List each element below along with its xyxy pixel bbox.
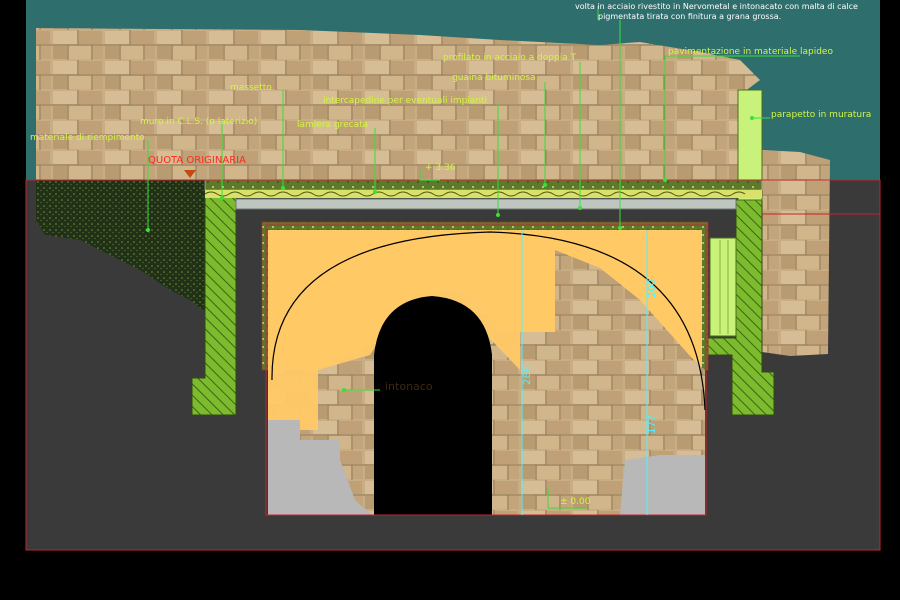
floor-slab (204, 179, 763, 191)
label-volta-2: pigmentata tirata con finitura a grana g… (598, 12, 781, 21)
label-guaina: guaina bituminosa (452, 73, 536, 83)
arch-opening (374, 296, 492, 515)
label-parapetto: parapetto in muratura (771, 110, 871, 120)
label-intercapedine: intercapedine per eventuali impianti (323, 96, 487, 106)
label-riempimento: materiale di riempimento (30, 133, 145, 143)
parapet-lower (709, 237, 737, 337)
label-muro-cls: muro in C.L.S. (o laterizio) (140, 117, 257, 127)
label-massetto: massetto (230, 83, 272, 93)
label-quota-top: + 3.36 (425, 163, 456, 173)
label-quota-originaria: QUOTA ORIGINARIA (148, 155, 246, 166)
label-lamiera: lamiera grecata (297, 120, 368, 130)
label-profilato: profilato in acciaio a doppia T (443, 53, 577, 63)
stone-wall-right (762, 150, 830, 356)
section-drawing: volta in acciaio rivestito in Nervometal… (0, 0, 900, 600)
label-intonaco: intonaco (385, 380, 433, 393)
dimension-288: 288 (522, 366, 533, 385)
dimension-177: 177 (647, 415, 658, 434)
dimension-200: 200 (647, 279, 658, 298)
label-volta-1: volta in acciaio rivestito in Nervometal… (575, 2, 858, 11)
floor-right (620, 455, 705, 515)
label-pavimentazione: pavimentazione in materiale lapideo (668, 47, 833, 57)
steel-beam (235, 198, 737, 210)
label-quota-bottom: ± 0.00 (560, 497, 591, 507)
